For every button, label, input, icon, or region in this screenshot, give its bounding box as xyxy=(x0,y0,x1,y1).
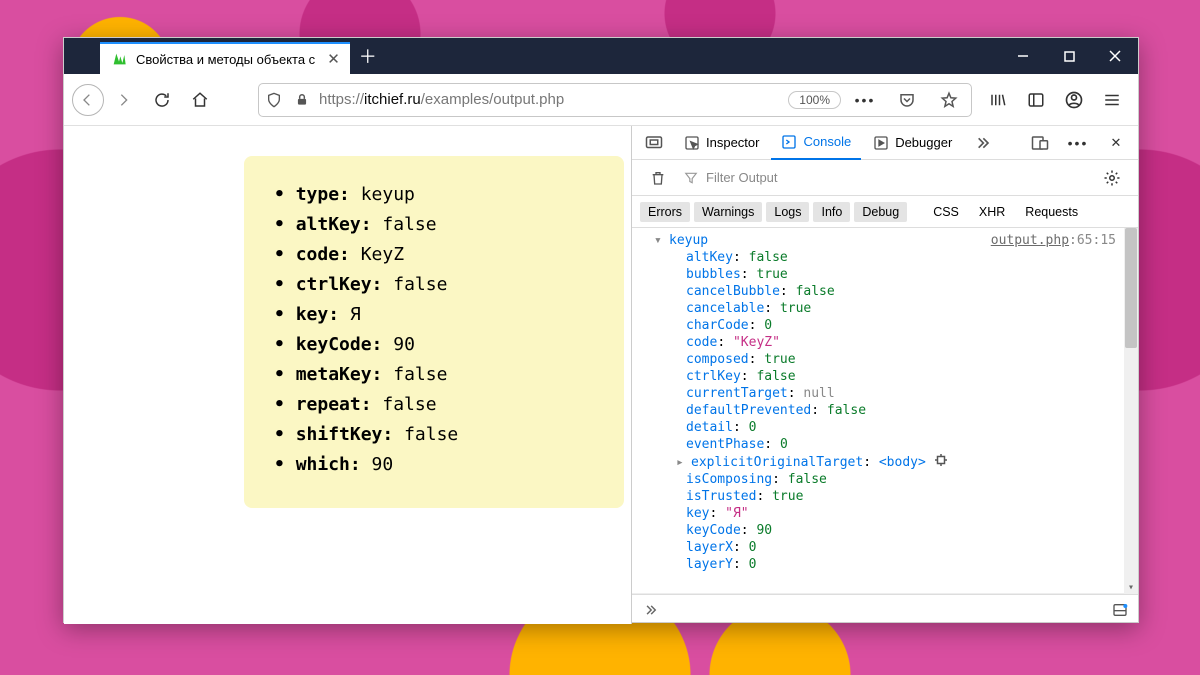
node-highlight-icon[interactable] xyxy=(934,453,948,467)
nav-toolbar: https://itchief.ru/examples/output.php 1… xyxy=(64,74,1138,126)
console-object-property[interactable]: ctrlKey: false xyxy=(640,368,1124,385)
url-text: https://itchief.ru/examples/output.php xyxy=(319,91,782,108)
console-object-property[interactable]: composed: true xyxy=(640,351,1124,368)
split-console-icon[interactable] xyxy=(1112,602,1128,618)
event-property-row: keyCode: 90 xyxy=(274,330,594,360)
console-object-property[interactable]: cancelBubble: false xyxy=(640,283,1124,300)
clear-console-icon[interactable] xyxy=(640,160,676,196)
console-object-property[interactable]: isComposing: false xyxy=(640,471,1124,488)
new-tab-button[interactable]: ＋ xyxy=(350,38,386,74)
console-object-property[interactable]: key: "Я" xyxy=(640,505,1124,522)
devtools-more-tabs-icon[interactable] xyxy=(964,125,1000,161)
console-object-property[interactable]: layerY: 0 xyxy=(640,556,1124,573)
console-object-property[interactable]: eventPhase: 0 xyxy=(640,436,1124,453)
responsive-mode-icon[interactable] xyxy=(1022,125,1058,161)
browser-window: Свойства и методы объекта с ✕ ＋ https://… xyxy=(63,37,1139,623)
filter-css[interactable]: CSS xyxy=(925,202,967,222)
console-settings-icon[interactable] xyxy=(1094,160,1130,196)
devtools-tab-inspector[interactable]: Inspector xyxy=(674,126,769,160)
window-close-button[interactable] xyxy=(1092,38,1138,74)
nav-back-button[interactable] xyxy=(72,84,104,116)
console-prompt-icon[interactable] xyxy=(642,603,658,617)
console-object-property[interactable]: cancelable: true xyxy=(640,300,1124,317)
event-name[interactable]: keyup xyxy=(669,233,708,248)
source-link[interactable]: output.php:65:15 xyxy=(991,232,1116,249)
window-maximize-button[interactable] xyxy=(1046,38,1092,74)
event-property-row: which: 90 xyxy=(274,450,594,480)
console-object-property[interactable]: layerX: 0 xyxy=(640,539,1124,556)
nav-reload-button[interactable] xyxy=(144,82,180,118)
devtools-panel: Inspector Console Debugger ••• ✕ Filter … xyxy=(631,126,1138,624)
event-property-row: metaKey: false xyxy=(274,360,594,390)
event-property-row: altKey: false xyxy=(274,210,594,240)
nav-forward-button[interactable] xyxy=(106,82,142,118)
pocket-icon[interactable] xyxy=(889,82,925,118)
account-icon[interactable] xyxy=(1056,82,1092,118)
event-property-row: code: KeyZ xyxy=(274,240,594,270)
expand-toggle-icon[interactable]: ▸ xyxy=(676,454,685,471)
filter-info[interactable]: Info xyxy=(813,202,850,222)
filter-xhr[interactable]: XHR xyxy=(971,202,1013,222)
scroll-down-icon[interactable]: ▾ xyxy=(1124,580,1138,594)
console-output: output.php:65:15 ▾ keyup altKey: falsebub… xyxy=(632,228,1138,594)
console-object-property[interactable]: keyCode: 90 xyxy=(640,522,1124,539)
sidebar-icon[interactable] xyxy=(1018,82,1054,118)
console-object-property[interactable]: code: "KeyZ" xyxy=(640,334,1124,351)
page-actions-icon[interactable]: ••• xyxy=(847,82,883,118)
console-object-property[interactable]: isTrusted: true xyxy=(640,488,1124,505)
console-scrollbar[interactable]: ▴ ▾ xyxy=(1124,228,1138,594)
event-property-row: shiftKey: false xyxy=(274,420,594,450)
event-info-card: type: keyupaltKey: falsecode: KeyZctrlKe… xyxy=(244,156,624,508)
app-menu-icon[interactable] xyxy=(1094,82,1130,118)
console-object-property[interactable]: bubbles: true xyxy=(640,266,1124,283)
page-content: type: keyupaltKey: falsecode: KeyZctrlKe… xyxy=(64,126,631,624)
lock-icon[interactable] xyxy=(291,92,313,108)
title-bar: Свойства и методы объекта с ✕ ＋ xyxy=(64,38,1138,74)
filter-logs[interactable]: Logs xyxy=(766,202,809,222)
scroll-thumb[interactable] xyxy=(1125,228,1137,348)
console-object-property[interactable]: defaultPrevented: false xyxy=(640,402,1124,419)
filter-requests[interactable]: Requests xyxy=(1017,202,1086,222)
library-icon[interactable] xyxy=(980,82,1016,118)
filter-icon xyxy=(684,171,698,185)
console-object-property[interactable]: charCode: 0 xyxy=(640,317,1124,334)
console-object-property[interactable]: ▸explicitOriginalTarget: <body> xyxy=(640,453,1124,471)
filter-errors[interactable]: Errors xyxy=(640,202,690,222)
zoom-badge[interactable]: 100% xyxy=(788,91,841,109)
tab-title: Свойства и методы объекта с xyxy=(136,52,315,67)
tracking-shield-icon[interactable] xyxy=(263,91,285,109)
bookmark-star-icon[interactable] xyxy=(931,82,967,118)
filter-debug[interactable]: Debug xyxy=(854,202,907,222)
browser-tab[interactable]: Свойства и методы объекта с ✕ xyxy=(100,42,350,74)
favicon-icon xyxy=(110,50,128,68)
devtools-tab-debugger[interactable]: Debugger xyxy=(863,126,962,160)
console-object-property[interactable]: currentTarget: null xyxy=(640,385,1124,402)
nav-home-button[interactable] xyxy=(182,82,218,118)
devtools-close-icon[interactable]: ✕ xyxy=(1098,125,1134,161)
expand-toggle-icon[interactable]: ▾ xyxy=(654,232,663,249)
event-property-row: type: keyup xyxy=(274,180,594,210)
event-property-row: repeat: false xyxy=(274,390,594,420)
devtools-tab-console[interactable]: Console xyxy=(771,126,861,160)
devtools-menu-icon[interactable]: ••• xyxy=(1060,125,1096,161)
event-property-row: ctrlKey: false xyxy=(274,270,594,300)
window-minimize-button[interactable] xyxy=(1000,38,1046,74)
filter-input[interactable]: Filter Output xyxy=(706,170,1086,185)
console-object-property[interactable]: detail: 0 xyxy=(640,419,1124,436)
filter-warnings[interactable]: Warnings xyxy=(694,202,762,222)
console-object-property[interactable]: altKey: false xyxy=(640,249,1124,266)
url-bar[interactable]: https://itchief.ru/examples/output.php 1… xyxy=(258,83,972,117)
event-property-row: key: Я xyxy=(274,300,594,330)
iframe-picker-icon[interactable] xyxy=(636,125,672,161)
tab-close-icon[interactable]: ✕ xyxy=(327,50,340,68)
